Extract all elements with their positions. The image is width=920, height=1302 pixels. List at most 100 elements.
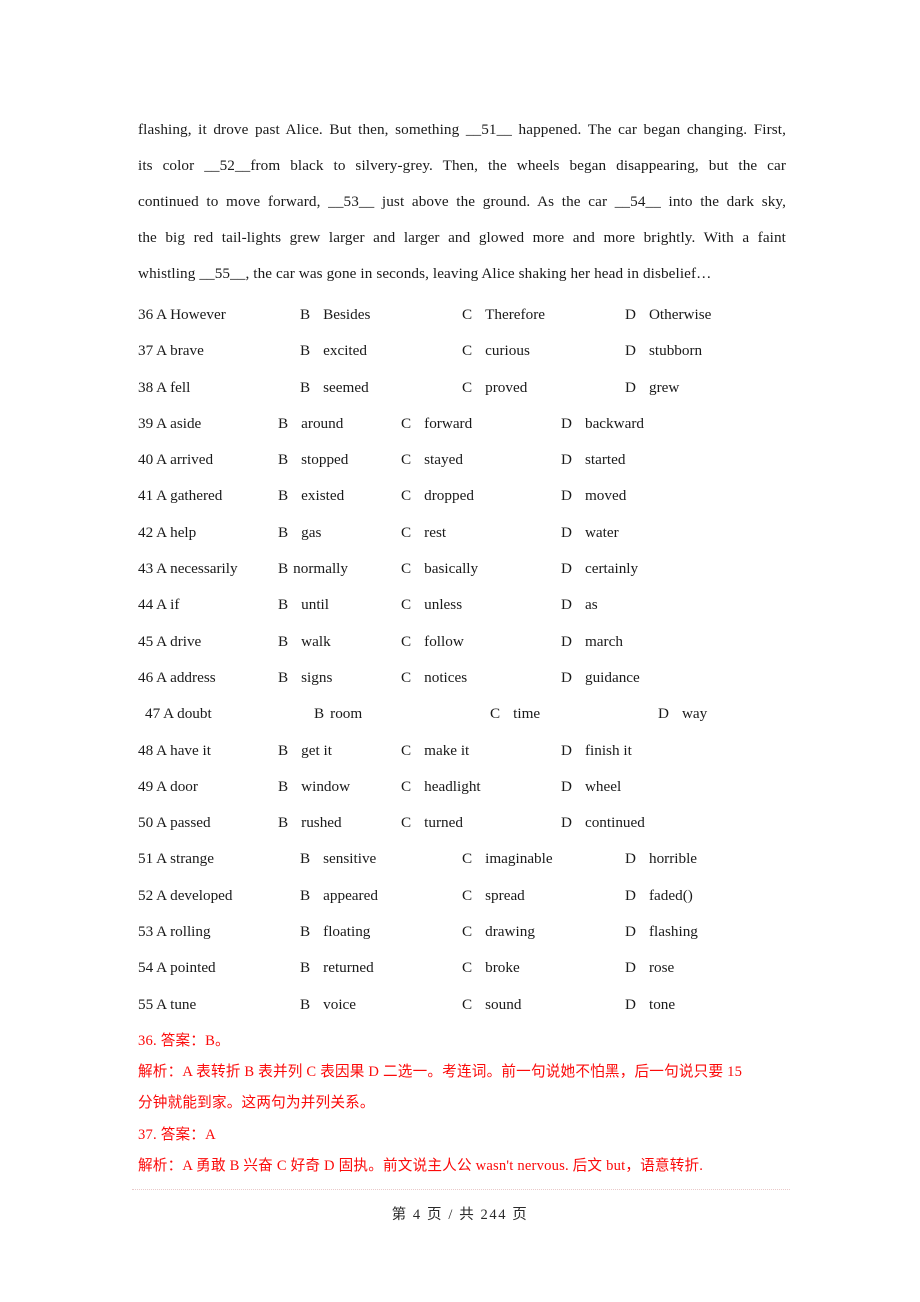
option-d-36[interactable]: D Otherwise — [625, 297, 711, 333]
question-row-46: 46 A address Bsigns Cnotices Dguidance — [138, 660, 798, 696]
option-a-46[interactable]: 46 A address — [138, 660, 216, 696]
option-c-48[interactable]: Cmake it — [401, 733, 469, 769]
option-c-39[interactable]: Cforward — [401, 406, 472, 442]
option-a-49[interactable]: 49 A door — [138, 769, 198, 805]
option-b-54[interactable]: Breturned — [300, 950, 374, 986]
option-a-41[interactable]: 41 A gathered — [138, 478, 222, 514]
page-number-label: 第 4 页 / 共 244 页 — [391, 1207, 529, 1223]
option-b-43[interactable]: Bnormally — [278, 551, 348, 587]
question-row-43: 43 A necessarily Bnormally Cbasically Dc… — [138, 551, 798, 587]
option-a-44[interactable]: 44 A if — [138, 587, 179, 623]
option-d-50[interactable]: Dcontinued — [561, 805, 645, 841]
option-d-45[interactable]: Dmarch — [561, 624, 623, 660]
option-a-42[interactable]: 42 A help — [138, 515, 196, 551]
option-a-52[interactable]: 52 A developed — [138, 878, 233, 914]
option-a-38[interactable]: 38 A fell — [138, 370, 190, 406]
option-b-36[interactable]: B Besides — [300, 297, 370, 333]
option-b-39[interactable]: Baround — [278, 406, 343, 442]
question-row-50: 50 A passed Brushed Cturned Dcontinued — [138, 805, 798, 841]
option-a-53[interactable]: 53 A rolling — [138, 914, 211, 950]
option-c-38[interactable]: Cproved — [462, 370, 527, 406]
page-footer: 第 4 页 / 共 244 页 — [0, 1203, 920, 1224]
option-d-52[interactable]: Dfaded() — [625, 878, 693, 914]
option-c-41[interactable]: Cdropped — [401, 478, 474, 514]
option-a-47[interactable]: 47 A doubt — [145, 696, 212, 732]
option-c-50[interactable]: Cturned — [401, 805, 463, 841]
option-d-55[interactable]: Dtone — [625, 987, 675, 1023]
option-a-40[interactable]: 40 A arrived — [138, 442, 213, 478]
option-c-47[interactable]: Ctime — [490, 696, 540, 732]
option-a-50[interactable]: 50 A passed — [138, 805, 211, 841]
question-row-37: 37 A brave Bexcited Ccurious Dstubborn — [138, 333, 798, 369]
option-d-39[interactable]: Dbackward — [561, 406, 644, 442]
option-c-42[interactable]: Crest — [401, 515, 446, 551]
option-a-48[interactable]: 48 A have it — [138, 733, 211, 769]
option-b-55[interactable]: Bvoice — [300, 987, 356, 1023]
passage-line: the big red tail-lights grew larger and … — [138, 229, 786, 246]
option-d-48[interactable]: Dfinish it — [561, 733, 632, 769]
passage-line: flashing, it drove past Alice. But then,… — [138, 121, 786, 138]
option-a-36[interactable]: 36 A However — [138, 297, 226, 333]
document-page: flashing, it drove past Alice. But then,… — [0, 0, 920, 1302]
option-a-51[interactable]: 51 A strange — [138, 841, 214, 877]
answer-line-36: 36. 答案：B。 — [138, 1033, 230, 1049]
option-c-49[interactable]: Cheadlight — [401, 769, 481, 805]
question-row-36: 36 A However B Besides C Therefore D Otherw… — [138, 297, 798, 333]
option-c-43[interactable]: Cbasically — [401, 551, 478, 587]
option-d-53[interactable]: Dflashing — [625, 914, 698, 950]
option-b-42[interactable]: Bgas — [278, 515, 321, 551]
option-c-36[interactable]: C Therefore — [462, 297, 545, 333]
option-c-45[interactable]: Cfollow — [401, 624, 464, 660]
option-b-48[interactable]: Bget it — [278, 733, 332, 769]
option-d-46[interactable]: Dguidance — [561, 660, 640, 696]
option-b-49[interactable]: Bwindow — [278, 769, 350, 805]
option-b-53[interactable]: Bfloating — [300, 914, 370, 950]
question-row-47: 47 A doubt Broom Ctime Dway — [138, 696, 798, 732]
passage-line: whistling __55__, the car was gone in se… — [138, 265, 712, 282]
option-d-38[interactable]: Dgrew — [625, 370, 679, 406]
question-row-40: 40 A arrived Bstopped Cstayed Dstarted — [138, 442, 798, 478]
option-d-49[interactable]: Dwheel — [561, 769, 621, 805]
option-a-54[interactable]: 54 A pointed — [138, 950, 216, 986]
option-b-37[interactable]: Bexcited — [300, 333, 367, 369]
passage-line: its color __52__from black to silvery-gr… — [138, 157, 786, 174]
option-c-44[interactable]: Cunless — [401, 587, 462, 623]
option-a-39[interactable]: 39 A aside — [138, 406, 201, 442]
option-c-40[interactable]: Cstayed — [401, 442, 463, 478]
option-a-55[interactable]: 55 A tune — [138, 987, 196, 1023]
option-a-37[interactable]: 37 A brave — [138, 333, 204, 369]
option-d-54[interactable]: Drose — [625, 950, 674, 986]
option-c-51[interactable]: Cimaginable — [462, 841, 553, 877]
option-b-38[interactable]: Bseemed — [300, 370, 369, 406]
option-c-46[interactable]: Cnotices — [401, 660, 467, 696]
option-b-52[interactable]: Bappeared — [300, 878, 378, 914]
option-b-50[interactable]: Brushed — [278, 805, 342, 841]
question-row-53: 53 A rolling Bfloating Cdrawing Dflashin… — [138, 914, 798, 950]
question-row-52: 52 A developed Bappeared Cspread Dfaded(… — [138, 878, 798, 914]
option-d-44[interactable]: Das — [561, 587, 598, 623]
option-b-41[interactable]: Bexisted — [278, 478, 344, 514]
option-b-44[interactable]: Buntil — [278, 587, 329, 623]
option-c-55[interactable]: Csound — [462, 987, 521, 1023]
option-a-45[interactable]: 45 A drive — [138, 624, 201, 660]
option-c-54[interactable]: Cbroke — [462, 950, 520, 986]
question-row-45: 45 A drive Bwalk Cfollow Dmarch — [138, 624, 798, 660]
option-a-43[interactable]: 43 A necessarily — [138, 551, 238, 587]
option-c-37[interactable]: Ccurious — [462, 333, 530, 369]
option-d-43[interactable]: Dcertainly — [561, 551, 638, 587]
option-d-47[interactable]: Dway — [658, 696, 707, 732]
option-d-51[interactable]: Dhorrible — [625, 841, 697, 877]
option-b-47[interactable]: Broom — [314, 696, 362, 732]
explanation-line-37: 解析：A 勇敢 B 兴奋 C 好奇 D 固执。前文说主人公 wasn't ner… — [138, 1157, 704, 1174]
option-b-51[interactable]: Bsensitive — [300, 841, 376, 877]
option-c-53[interactable]: Cdrawing — [462, 914, 535, 950]
option-b-46[interactable]: Bsigns — [278, 660, 332, 696]
question-row-41: 41 A gathered Bexisted Cdropped Dmoved — [138, 478, 798, 514]
option-c-52[interactable]: Cspread — [462, 878, 525, 914]
option-b-45[interactable]: Bwalk — [278, 624, 331, 660]
option-d-37[interactable]: Dstubborn — [625, 333, 702, 369]
option-d-40[interactable]: Dstarted — [561, 442, 625, 478]
option-d-42[interactable]: Dwater — [561, 515, 619, 551]
option-b-40[interactable]: Bstopped — [278, 442, 348, 478]
option-d-41[interactable]: Dmoved — [561, 478, 626, 514]
